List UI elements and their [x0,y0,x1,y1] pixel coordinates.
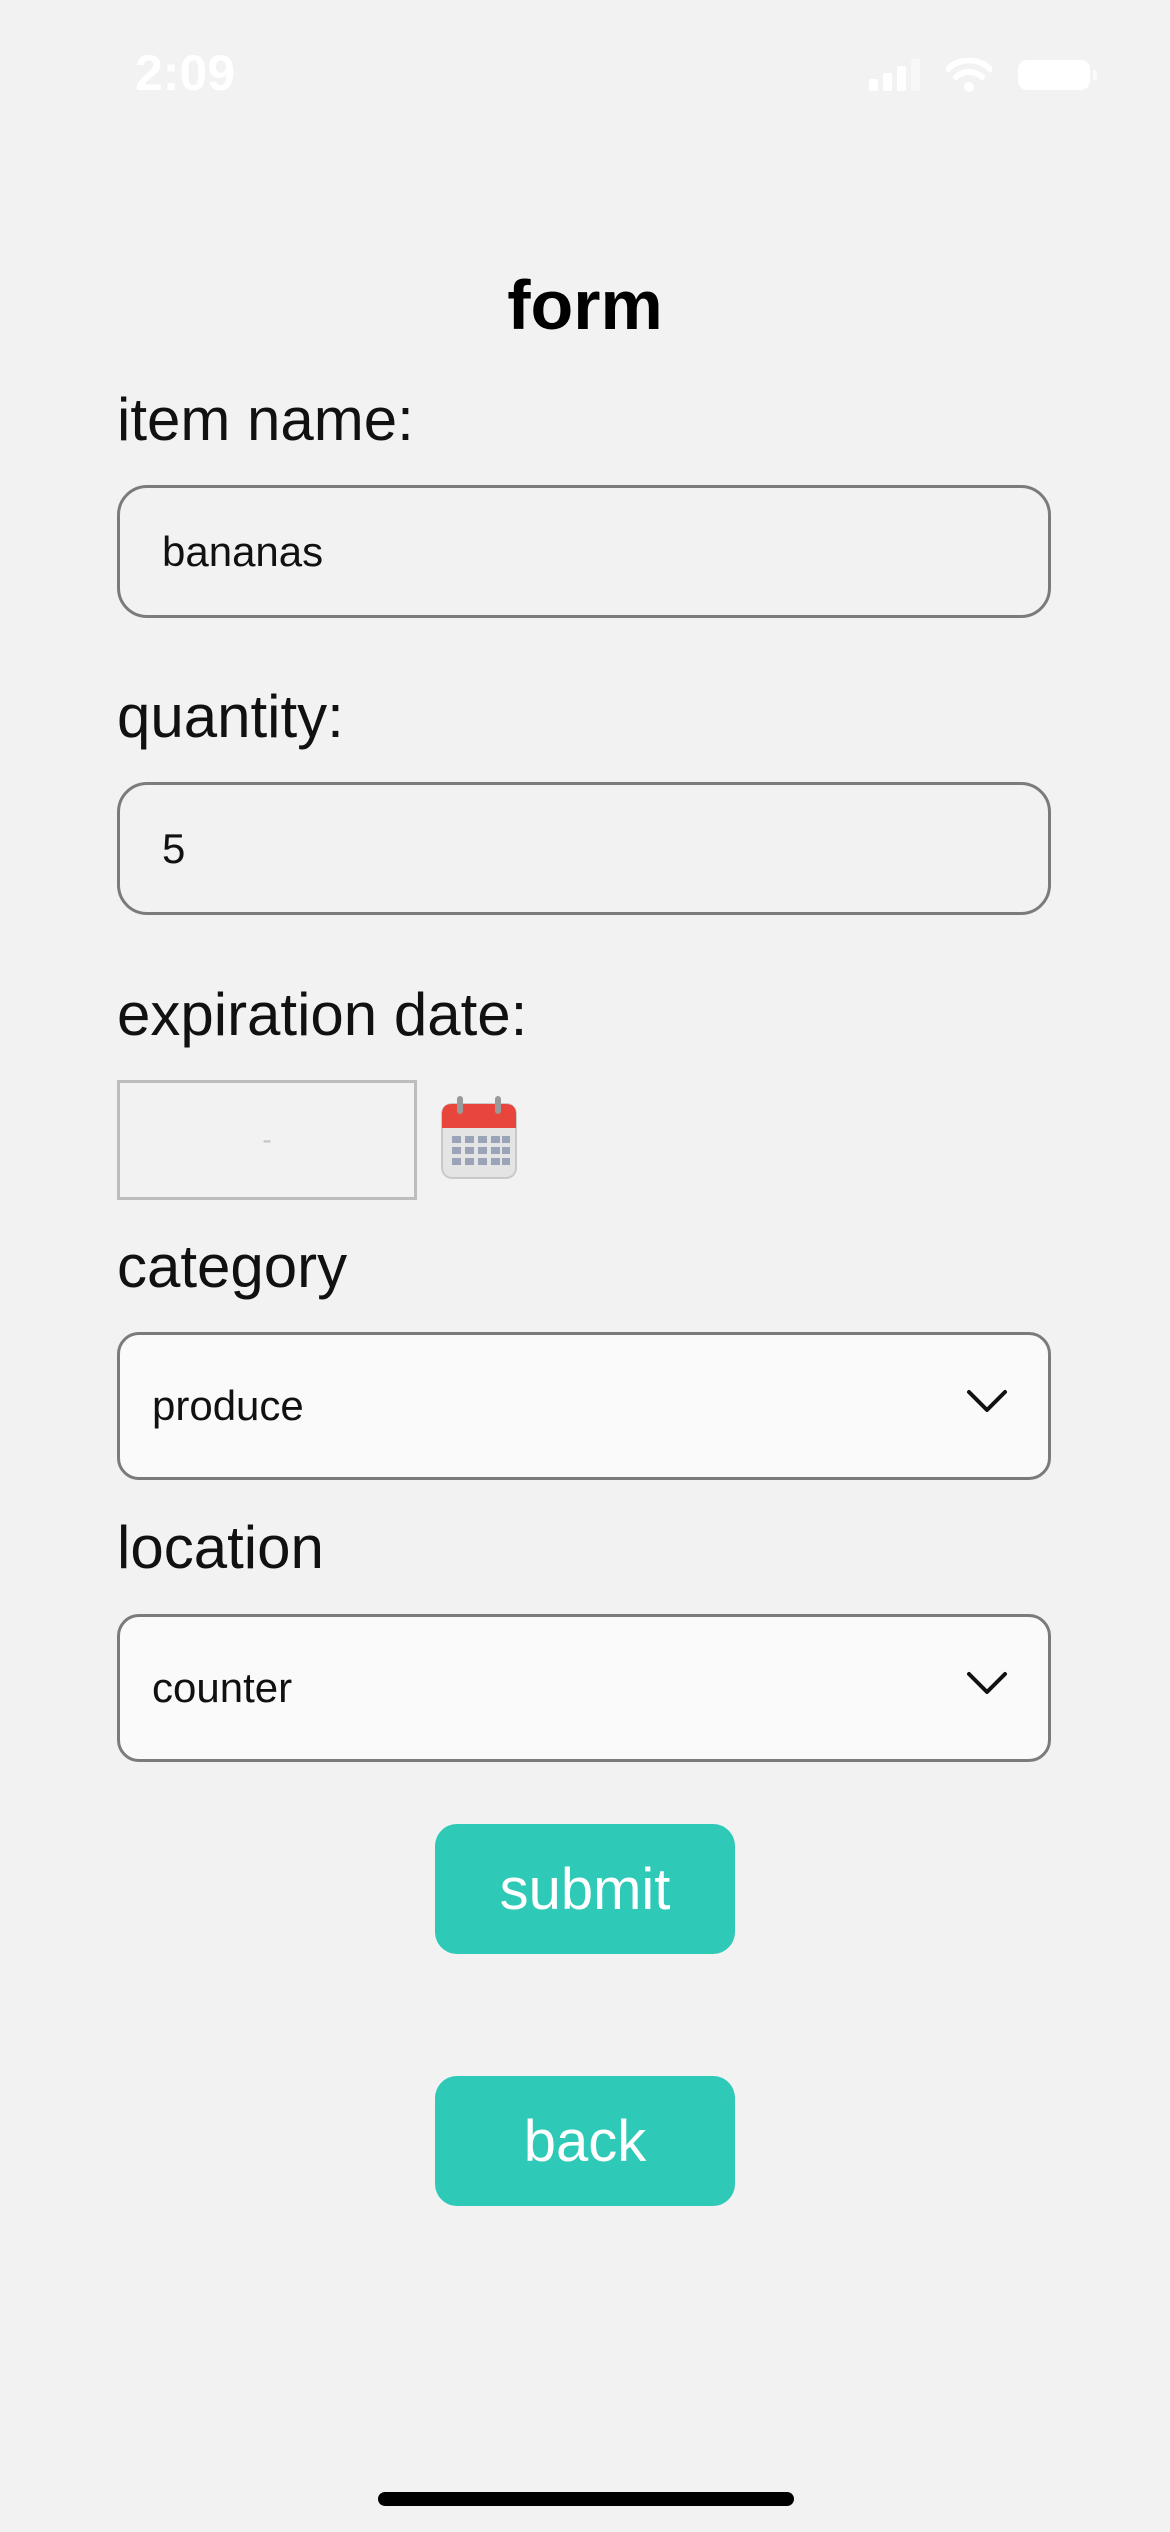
submit-button[interactable]: submit [435,1824,735,1954]
wifi-icon [946,58,992,92]
category-selected: produce [152,1382,304,1429]
expiration-date-input[interactable]: - [117,1080,417,1200]
chevron-down-icon [967,1390,1007,1412]
calendar-icon[interactable] [440,1094,518,1180]
quantity-label: quantity: [117,683,344,750]
back-button[interactable]: back [435,2076,735,2206]
item-name-value: bananas [162,527,324,575]
category-label: category [117,1233,348,1300]
form-screen: 2:09 form item name: bananas quantity: 5… [0,0,1170,2532]
item-name-label: item name: [117,386,414,453]
status-time: 2:09 [135,45,236,101]
location-label: location [117,1514,324,1581]
expiration-date-label: expiration date: [117,981,528,1048]
status-icons [869,58,1097,92]
quantity-value: 5 [162,824,186,872]
chevron-down-icon [967,1672,1007,1694]
signal-icon [869,59,920,91]
home-indicator[interactable] [378,2492,794,2506]
page-title: form [507,266,663,344]
expiration-date-value: - [262,1124,272,1155]
item-name-input[interactable]: bananas [117,485,1051,618]
location-selected: counter [152,1664,293,1711]
battery-icon [1018,60,1097,90]
location-select[interactable]: counter [117,1614,1051,1762]
quantity-input[interactable]: 5 [117,782,1051,915]
category-select[interactable]: produce [117,1332,1051,1480]
